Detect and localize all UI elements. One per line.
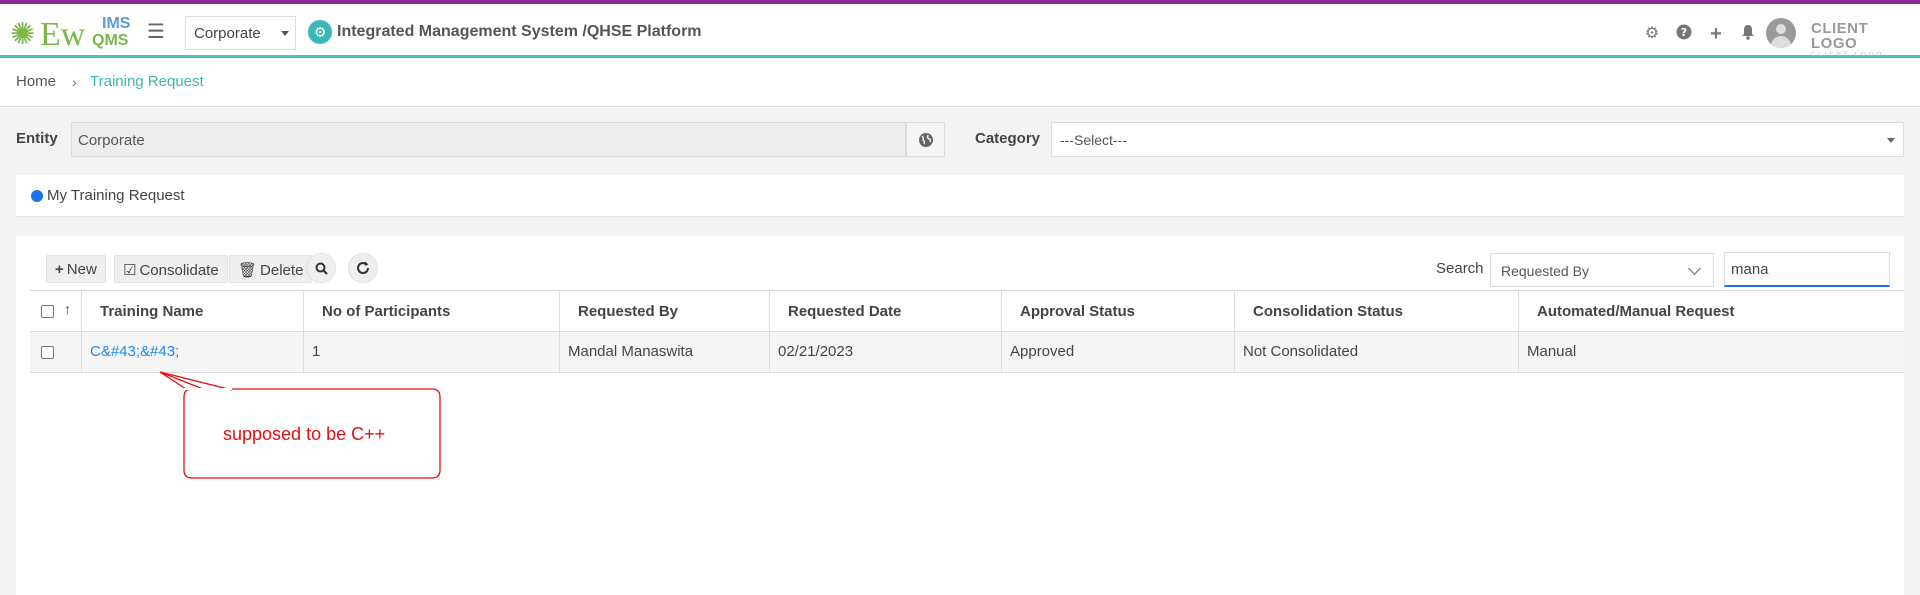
breadcrumb-home[interactable]: Home bbox=[16, 73, 56, 90]
delete-button-label: Delete bbox=[260, 262, 304, 279]
search-by-select[interactable]: Requested By bbox=[1490, 253, 1714, 287]
settings-badge-icon: ⚙ bbox=[308, 20, 332, 44]
column-header-request-type[interactable]: Automated/Manual Request bbox=[1519, 291, 1904, 331]
category-select-value: ---Select--- bbox=[1060, 132, 1127, 148]
consolidate-button-label: Consolidate bbox=[139, 262, 219, 279]
caret-down-icon bbox=[1887, 138, 1895, 143]
column-header-requested-by[interactable]: Requested By bbox=[560, 291, 770, 331]
avatar-body bbox=[1771, 36, 1791, 48]
avatar-head bbox=[1776, 24, 1786, 34]
chevron-down-icon bbox=[1688, 262, 1701, 275]
breadcrumb: Home › Training Request bbox=[0, 61, 1920, 107]
trash-icon: 🗑 bbox=[238, 262, 258, 279]
cell-requested-date: 02/21/2023 bbox=[770, 332, 1002, 372]
search-input[interactable] bbox=[1724, 252, 1890, 287]
app-logo[interactable]: ✺ Ew IMS QMS bbox=[10, 12, 136, 52]
table-row[interactable]: C&#43;&#43; 1 Mandal Manaswita 02/21/202… bbox=[30, 332, 1904, 373]
panel-title: My Training Request bbox=[47, 187, 185, 204]
status-dot-icon bbox=[31, 190, 43, 202]
cell-requested-by: Mandal Manaswita bbox=[560, 332, 770, 372]
my-training-request-tab[interactable]: My Training Request bbox=[16, 175, 1904, 217]
app-header: ✺ Ew IMS QMS ☰ Corporate ⚙ Integrated Ma… bbox=[0, 4, 1920, 58]
plus-icon: + bbox=[55, 261, 64, 278]
sort-arrow-icon[interactable]: ↑ bbox=[64, 301, 71, 317]
logo-ims-text: IMS bbox=[102, 15, 131, 32]
select-all-checkbox[interactable] bbox=[41, 305, 54, 318]
table-header: ↑ Training Name No of Participants Reque… bbox=[30, 290, 1904, 332]
row-select-cell bbox=[30, 332, 82, 372]
entity-label: Entity bbox=[16, 130, 58, 147]
cell-training-name: C&#43;&#43; bbox=[82, 332, 304, 372]
avatar[interactable] bbox=[1766, 18, 1796, 48]
search-label: Search bbox=[1436, 260, 1484, 277]
client-logo-subtext: CLIENT LOGO bbox=[1811, 52, 1885, 58]
client-logo-text: CLIENT LOGO bbox=[1811, 20, 1869, 52]
sun-logo-icon: ✺ bbox=[10, 18, 36, 51]
cell-request-type: Manual bbox=[1527, 343, 1577, 360]
breadcrumb-separator: › bbox=[72, 74, 77, 90]
grid-panel: + New ☑ Consolidate 🗑 Delete Search Request… bbox=[16, 236, 1904, 595]
cell-participants: 1 bbox=[304, 332, 560, 372]
cell-approval-status: Approved bbox=[1002, 332, 1235, 372]
main-content: Entity Corporate Category ---Select--- M… bbox=[0, 108, 1920, 595]
entity-field[interactable]: Corporate bbox=[71, 122, 906, 157]
category-select[interactable]: ---Select--- bbox=[1051, 122, 1904, 157]
caret-down-icon bbox=[281, 31, 289, 36]
logo-qms-text: QMS bbox=[92, 32, 129, 49]
globe-icon[interactable] bbox=[906, 122, 945, 157]
help-icon[interactable]: ? bbox=[1674, 24, 1694, 44]
annotation-text: supposed to be C++ bbox=[223, 424, 386, 444]
refresh-button[interactable] bbox=[348, 253, 378, 283]
bell-icon[interactable] bbox=[1738, 24, 1758, 44]
new-button-label: New bbox=[66, 261, 97, 278]
header-select-cell: ↑ bbox=[30, 291, 82, 331]
column-header-consolidation-status[interactable]: Consolidation Status bbox=[1235, 291, 1519, 331]
hamburger-menu-icon[interactable]: ☰ bbox=[147, 22, 165, 42]
column-header-approval-status[interactable]: Approval Status bbox=[1002, 291, 1235, 331]
column-header-training-name[interactable]: Training Name bbox=[82, 291, 304, 331]
consolidate-button[interactable]: ☑ Consolidate bbox=[114, 255, 228, 283]
new-button[interactable]: + New bbox=[46, 255, 106, 283]
gear-icon[interactable]: ⚙ bbox=[1642, 24, 1662, 44]
column-header-participants[interactable]: No of Participants bbox=[304, 291, 560, 331]
training-name-link[interactable]: C&#43;&#43; bbox=[90, 343, 179, 360]
breadcrumb-current[interactable]: Training Request bbox=[90, 73, 204, 90]
category-label: Category bbox=[975, 130, 1041, 147]
logo-ew-text: Ew bbox=[40, 16, 86, 53]
app-title: Integrated Management System /QHSE Platf… bbox=[337, 23, 702, 40]
entity-switcher-select[interactable]: Corporate bbox=[185, 16, 296, 50]
delete-button[interactable]: 🗑 Delete bbox=[229, 255, 313, 283]
search-button[interactable] bbox=[306, 253, 336, 283]
cell-consolidation-status: Not Consolidated bbox=[1235, 332, 1519, 372]
row-checkbox[interactable] bbox=[41, 346, 54, 359]
svg-text:?: ? bbox=[1681, 26, 1687, 39]
search-by-value: Requested By bbox=[1501, 263, 1589, 279]
entity-switcher-value: Corporate bbox=[194, 25, 261, 42]
checkbox-icon: ☑ bbox=[123, 262, 137, 279]
client-logo: CLIENT LOGO CLIENT LOGO bbox=[1811, 21, 1903, 59]
column-header-requested-date[interactable]: Requested Date bbox=[770, 291, 1002, 331]
plus-icon[interactable]: + bbox=[1706, 24, 1726, 44]
